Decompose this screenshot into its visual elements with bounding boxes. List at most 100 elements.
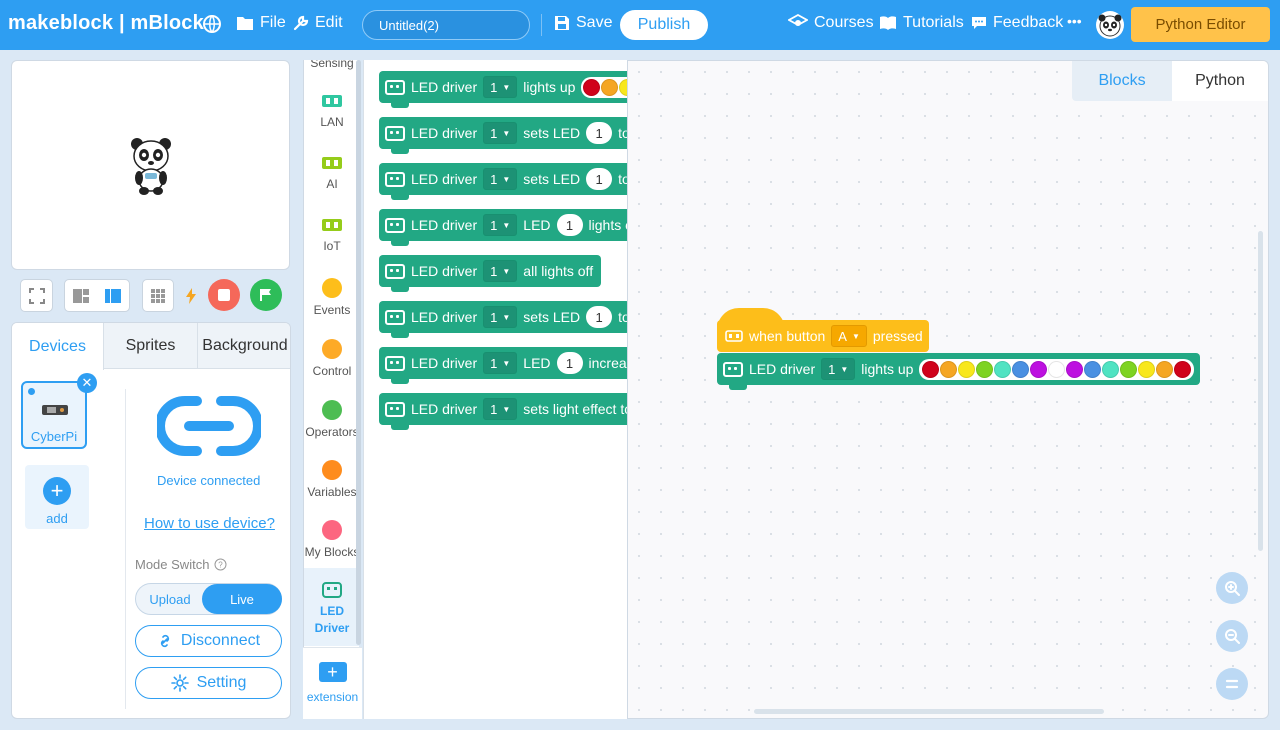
port-dropdown[interactable]: 1 ▼ [821,358,856,380]
palette-block-sets-led-2[interactable]: LED driver 1▼ sets LED 1 to [379,301,627,338]
help-icon[interactable]: ? [214,558,227,571]
led-number-input[interactable]: 1 [586,306,613,328]
workspace-horizontal-scrollbar[interactable] [754,709,1104,714]
top-bar: makeblock | mBlock File Edit Save Publis… [0,0,1280,50]
port-dropdown[interactable]: 1 ▼ [483,76,518,98]
block-text: all lights off [523,263,594,279]
block-label: LED driver [411,401,478,417]
category-my-blocks[interactable]: My Blocks [304,520,359,559]
block-label: LED driver [749,361,816,377]
port-dropdown[interactable]: 1 ▼ [483,260,518,282]
mode-live-option[interactable]: Live [202,584,282,614]
tutorials-link[interactable]: Tutorials [879,14,964,32]
script-workspace[interactable]: Blocks Python when button A ▼ pressed LED… [628,60,1269,719]
svg-text:?: ? [219,561,224,570]
category-operators[interactable]: Operators [304,400,359,439]
category-label: Variables [307,485,357,499]
tab-blocks[interactable]: Blocks [1072,61,1172,101]
green-flag-button[interactable] [250,279,282,311]
device-status: Device connected [157,473,261,488]
palette-block-sets-led-rgb[interactable]: LED driver 1▼ sets LED 1 to R [379,163,627,200]
tab-python[interactable]: Python [1172,61,1268,101]
courses-link[interactable]: Courses [788,14,874,32]
color-strip[interactable] [581,76,627,98]
palette-block-led-lights-off[interactable]: LED driver 1▼ LED 1 lights of [379,209,627,246]
led-driver-icon [723,361,743,377]
extension-button[interactable]: + extension [303,647,362,719]
category-iot[interactable]: IoT [304,219,359,253]
file-menu[interactable]: File [236,14,286,32]
port-dropdown[interactable]: 1 ▼ [483,398,518,420]
palette-block-lights-up[interactable]: LED driver 1 ▼ lights up [379,71,627,108]
led-number-input[interactable]: 1 [556,352,583,374]
category-sensing[interactable]: Sensing [304,60,359,76]
tab-devices[interactable]: Devices [12,323,104,370]
led-driver-icon [385,309,405,325]
operators-dot-icon [322,400,342,420]
port-dropdown[interactable]: 1 ▼ [483,352,518,374]
block-text: lights up [523,79,576,95]
feedback-link[interactable]: Feedback [971,14,1063,32]
led-number-input[interactable]: 1 [586,122,613,144]
port-dropdown[interactable]: 1 ▼ [483,168,518,190]
language-button[interactable] [202,14,222,34]
edit-menu[interactable]: Edit [293,14,343,32]
python-editor-button[interactable]: Python Editor [1131,7,1270,42]
category-ai[interactable]: AI [304,157,359,191]
disconnect-button[interactable]: Disconnect [135,625,282,657]
color-swatch [1012,360,1030,378]
block-label: LED driver [411,217,478,233]
more-menu-button[interactable]: ••• [1067,13,1082,29]
category-led-driver[interactable]: LED Driver [304,568,359,646]
category-variables[interactable]: Variables [304,460,359,499]
panda-sprite[interactable] [129,136,173,196]
stop-button[interactable] [208,279,240,311]
led-number-input[interactable]: 1 [556,214,583,236]
zoom-reset-button[interactable] [1216,668,1248,700]
led-driver-icon [385,171,405,187]
device-card-cyberpi[interactable]: CyberPi [21,381,87,449]
extension-label: extension [306,690,359,704]
port-value: 1 [490,217,498,233]
mode-upload-option[interactable]: Upload [136,584,204,614]
disconnect-label: Disconnect [180,632,261,649]
zoom-in-button[interactable] [1216,572,1248,604]
palette-block-led-increase[interactable]: LED driver 1▼ LED 1 increase [379,347,627,384]
zoom-out-button[interactable] [1216,620,1248,652]
tab-background[interactable]: Background [198,323,290,369]
category-lan[interactable]: LAN [304,95,359,129]
publish-button[interactable]: Publish [620,10,708,40]
button-dropdown[interactable]: A ▼ [831,325,867,347]
palette-block-all-lights-off[interactable]: LED driver 1 ▼ all lights off [379,255,602,292]
categories-scrollbar[interactable] [356,60,361,645]
grid-button[interactable] [142,279,174,312]
port-dropdown[interactable]: 1 ▼ [483,306,518,328]
edit-menu-label: Edit [315,14,343,31]
add-device-button[interactable]: + add [25,465,89,529]
palette-block-sets-led[interactable]: LED driver 1▼ sets LED 1 to [379,117,627,154]
device-panel: Devices Sprites Background CyberPi ✕ + a… [11,322,291,719]
user-avatar[interactable] [1096,11,1124,39]
fullscreen-button[interactable] [20,279,53,312]
workspace-vertical-scrollbar[interactable] [1258,231,1263,551]
port-value: 1 [490,79,498,95]
setting-button[interactable]: Setting [135,667,282,699]
when-button-pressed-block[interactable]: when button A ▼ pressed [717,308,929,352]
globe-icon [203,15,221,33]
stage-size-toggle[interactable] [64,279,130,312]
project-title-input[interactable] [362,10,530,40]
port-dropdown[interactable]: 1 ▼ [483,122,518,144]
led-number-input[interactable]: 1 [586,168,613,190]
tab-sprites[interactable]: Sprites [104,323,198,369]
events-dot-icon [322,278,342,298]
port-dropdown[interactable]: 1 ▼ [483,214,518,236]
category-control[interactable]: Control [304,339,359,378]
palette-block-light-effect[interactable]: LED driver 1 ▼ sets light effect to [379,393,627,430]
save-button[interactable]: Save [554,14,612,32]
how-to-use-link[interactable]: How to use device? [144,515,275,532]
close-icon[interactable]: ✕ [77,373,97,393]
category-events[interactable]: Events [304,278,359,317]
led-color-strip[interactable] [919,358,1195,380]
led-lights-up-block[interactable]: LED driver 1 ▼ lights up [717,353,1201,390]
turbo-lightning-icon[interactable] [186,288,196,304]
